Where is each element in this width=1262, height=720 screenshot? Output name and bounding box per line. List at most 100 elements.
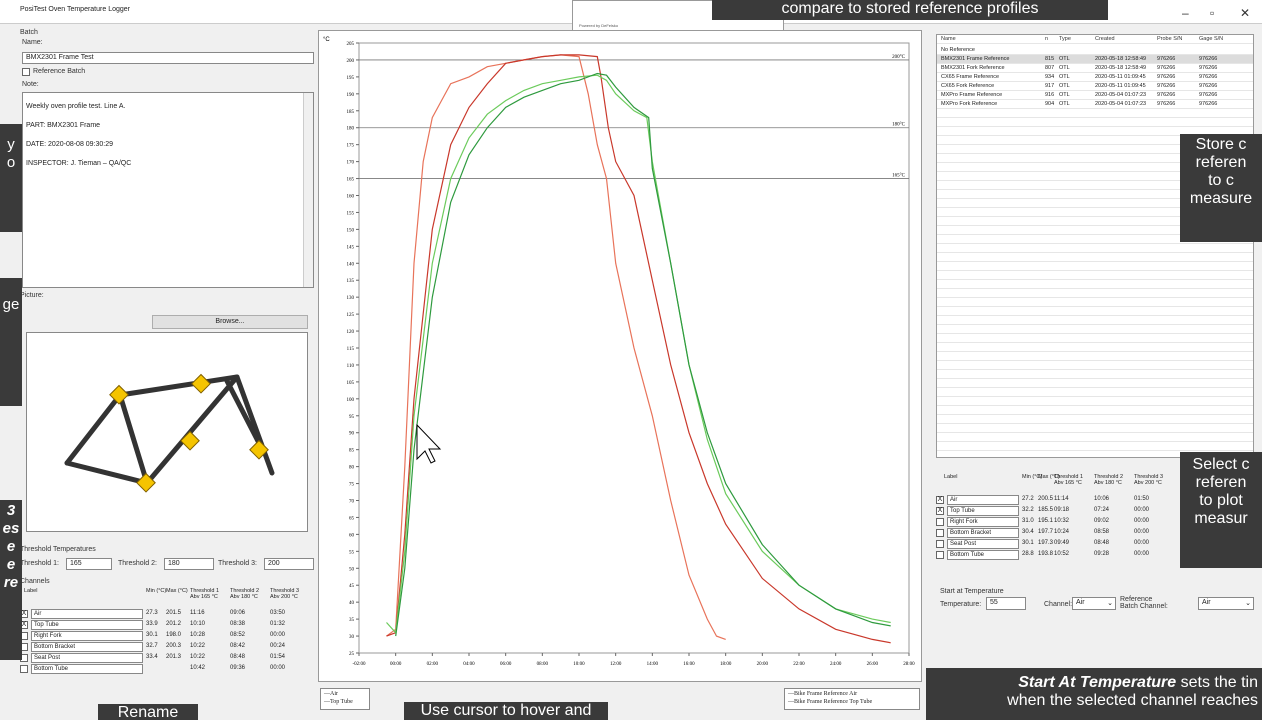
- reference-row[interactable]: [937, 352, 1253, 361]
- browse-button[interactable]: Browse...: [152, 315, 308, 329]
- legend-item-ref-top-tube: —Bike Frame Reference Top Tube: [788, 699, 873, 705]
- reference-row[interactable]: [937, 262, 1253, 271]
- channels-row-checkbox[interactable]: [20, 665, 28, 673]
- reference-row[interactable]: [937, 442, 1253, 451]
- reference-column-header[interactable]: Gage S/N: [1199, 35, 1223, 44]
- reference-row[interactable]: MXPro Fork Reference 904 OTL 2020-05-04 01:…: [937, 100, 1253, 109]
- y-tick-label: 120: [347, 330, 355, 335]
- reference-row[interactable]: [937, 379, 1253, 388]
- ref_channels-row-label[interactable]: Right Fork: [947, 517, 1019, 527]
- ref_channels-row-checkbox[interactable]: [936, 540, 944, 548]
- reference-column-header[interactable]: Type: [1059, 35, 1071, 44]
- ref_channels-row-max: 197.3: [1038, 540, 1054, 546]
- reference-row[interactable]: [937, 361, 1253, 370]
- threshold-1-label: Threshold 1:: [20, 560, 59, 567]
- note-scrollbar[interactable]: [303, 93, 313, 287]
- ref_channels-row-max: 185.5: [1038, 507, 1054, 513]
- note-textarea[interactable]: Weekly oven profile test. Line A. PART: …: [22, 92, 314, 288]
- x-tick-label: 16:00: [683, 662, 695, 667]
- reference-cell-type: OTL: [1059, 56, 1070, 62]
- batch-name-input[interactable]: BMX2301 Frame Test: [22, 52, 314, 64]
- channels-row-label[interactable]: Bottom Tube: [31, 664, 143, 674]
- ref_channels-row-checkbox[interactable]: [936, 551, 944, 559]
- threshold-label: 200°C: [892, 55, 905, 60]
- reference-row[interactable]: [937, 271, 1253, 280]
- reference-row[interactable]: [937, 388, 1253, 397]
- reference-row[interactable]: [937, 415, 1253, 424]
- reference-row[interactable]: [937, 244, 1253, 253]
- ref_channels-row-t3: 00:00: [1134, 551, 1150, 557]
- callout-bottom-right-bold: Start At Temperature: [1018, 674, 1177, 691]
- reference-row[interactable]: [937, 307, 1253, 316]
- channels-row-min: 30.1: [146, 632, 158, 638]
- reference-column-header[interactable]: n: [1045, 35, 1048, 44]
- reference-row[interactable]: [937, 343, 1253, 352]
- ref_channels-row-checkbox[interactable]: X: [936, 496, 944, 504]
- ref_channels-row-checkbox[interactable]: [936, 529, 944, 537]
- y-tick-label: 70: [349, 500, 355, 505]
- minimize-icon[interactable]: –: [1182, 6, 1189, 20]
- ref_channels-row-label[interactable]: Top Tube: [947, 506, 1019, 516]
- reference-row[interactable]: [937, 397, 1253, 406]
- threshold-3-input[interactable]: 200: [264, 558, 314, 570]
- chart-svg[interactable]: 25 30 35 40 45 50 55 60 65 70 75 80 85 90 95 100 105 110 1…: [319, 31, 921, 681]
- ref_channels-row-label[interactable]: Air: [947, 495, 1019, 505]
- reference-row[interactable]: [937, 298, 1253, 307]
- ref_channels-row-checkbox[interactable]: X: [936, 507, 944, 515]
- reference-column-header[interactable]: Name: [941, 35, 956, 44]
- reference-row[interactable]: [937, 433, 1253, 442]
- reference-row[interactable]: [937, 325, 1253, 334]
- ref_channels-row-max: 197.7: [1038, 529, 1054, 535]
- channels-row-label[interactable]: Top Tube: [31, 620, 143, 630]
- channels-row-label[interactable]: Air: [31, 609, 143, 619]
- channels-row-label[interactable]: Right Fork: [31, 631, 143, 641]
- reference-row[interactable]: [937, 406, 1253, 415]
- reference-row[interactable]: [937, 370, 1253, 379]
- channels-row-t1: 10:28: [190, 632, 206, 638]
- ref_channels-row-t1: 10:52: [1054, 551, 1070, 557]
- channels-row-label[interactable]: Seat Post: [31, 653, 143, 663]
- reference-row[interactable]: [937, 334, 1253, 343]
- channels-row-t3: 00:24: [270, 643, 286, 649]
- reference-row[interactable]: CX65 Frame Reference 934 OTL 2020-05-11 01:…: [937, 73, 1253, 82]
- reference-row[interactable]: BMX2301 Frame Reference 815 OTL 2020-05-18 …: [937, 55, 1253, 64]
- start-temperature-input[interactable]: 55: [986, 597, 1026, 610]
- reference-row[interactable]: [937, 253, 1253, 262]
- maximize-icon[interactable]: ▫: [1210, 6, 1214, 20]
- channel-select[interactable]: Air ⌄: [1072, 597, 1116, 610]
- reference-row[interactable]: BMX2301 Fork Reference 807 OTL 2020-05-18 1…: [937, 64, 1253, 73]
- reference-row[interactable]: [937, 316, 1253, 325]
- reference-column-header[interactable]: Created: [1095, 35, 1115, 44]
- threshold-1-input[interactable]: 165: [66, 558, 112, 570]
- reference-row[interactable]: [937, 118, 1253, 127]
- reference-row[interactable]: No Reference: [937, 46, 1253, 55]
- y-tick-label: 150: [347, 228, 355, 233]
- y-axis-label: °C: [323, 37, 330, 43]
- legend-item-ref-air: —Bike Frame Reference Air: [788, 691, 858, 697]
- temperature-chart[interactable]: 25 30 35 40 45 50 55 60 65 70 75 80 85 90 95 100 105 110 1…: [318, 30, 922, 682]
- reference-row[interactable]: [937, 289, 1253, 298]
- ref-channel-select[interactable]: Air ⌄: [1198, 597, 1254, 610]
- y-tick-label: 55: [349, 550, 355, 555]
- reference-row[interactable]: [937, 280, 1253, 289]
- channels-row-label[interactable]: Bottom Bracket: [31, 642, 143, 652]
- ref_channels-row-checkbox[interactable]: [936, 518, 944, 526]
- ref_channels-row-label[interactable]: Bottom Tube: [947, 550, 1019, 560]
- reference-row[interactable]: [937, 109, 1253, 118]
- ref_channels-row-label[interactable]: Seat Post: [947, 539, 1019, 549]
- channels-row-min: 32.7: [146, 643, 158, 649]
- reference-batch-checkbox[interactable]: [22, 68, 30, 76]
- ref_channels-row-min: 32.2: [1022, 507, 1034, 513]
- reference-column-header[interactable]: Probe S/N: [1157, 35, 1182, 44]
- threshold-2-label: Threshold 2:: [118, 560, 157, 567]
- reference-cell-type: OTL: [1059, 83, 1070, 89]
- reference-list[interactable]: Name n Type Created Probe S/N Gage S/N No Refe…: [936, 34, 1254, 458]
- reference-row[interactable]: MXPro Frame Reference 916 OTL 2020-05-04 01…: [937, 91, 1253, 100]
- reference-cell-created: 2020-05-04 01:07:23: [1095, 92, 1147, 98]
- reference-row[interactable]: CX65 Fork Reference 917 OTL 2020-05-11 01:0…: [937, 82, 1253, 91]
- reference-cell-created: 2020-05-18 12:58:49: [1095, 65, 1147, 71]
- reference-row[interactable]: [937, 424, 1253, 433]
- close-icon[interactable]: ✕: [1240, 6, 1250, 20]
- threshold-2-input[interactable]: 180: [164, 558, 214, 570]
- ref_channels-row-label[interactable]: Bottom Bracket: [947, 528, 1019, 538]
